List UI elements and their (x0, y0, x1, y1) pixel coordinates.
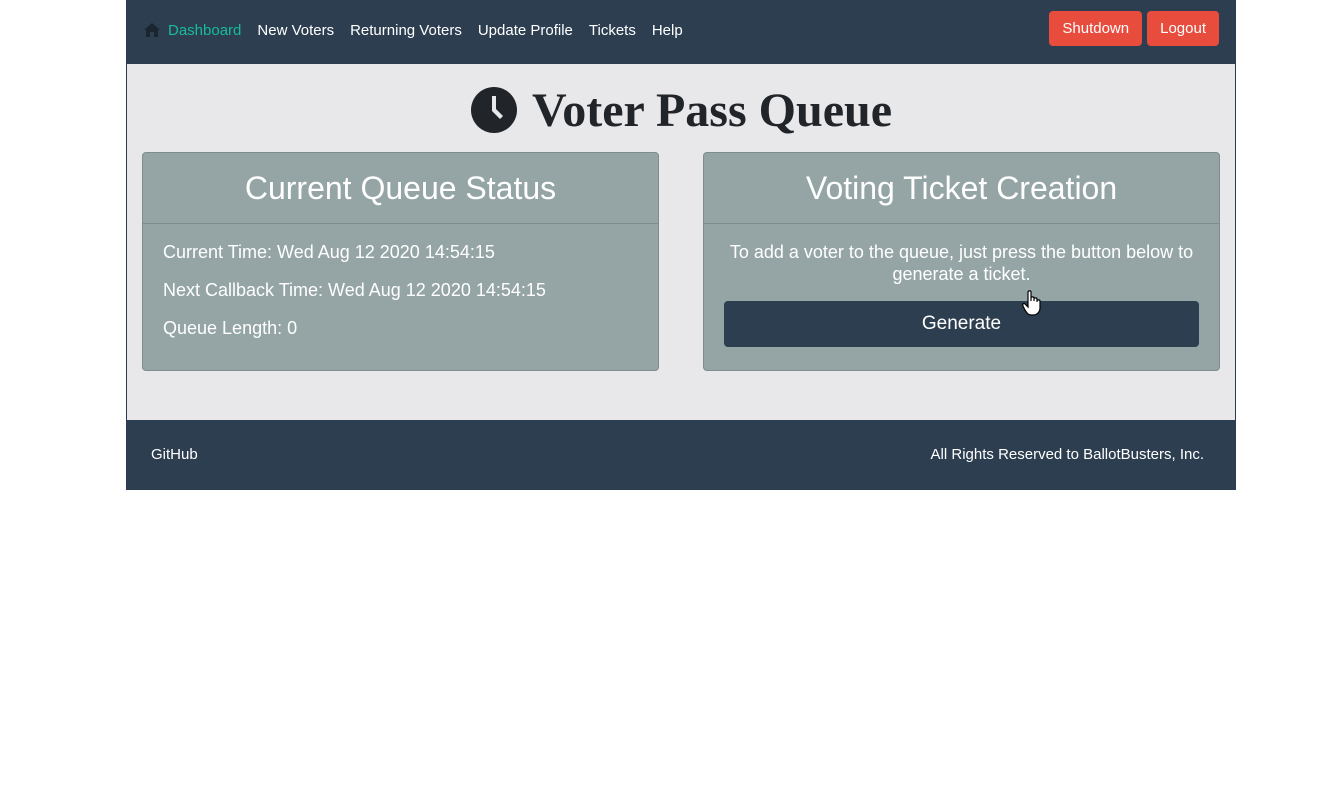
card-header: Voting Ticket Creation (704, 153, 1219, 224)
nav-item-label: Help (651, 21, 683, 39)
nav-item-label: Tickets (588, 21, 636, 39)
nav-actions: Shutdown Logout (1044, 11, 1219, 46)
nav-item-new-voters[interactable]: New Voters (257, 22, 334, 39)
queue-length: Queue Length: 0 (163, 318, 298, 338)
logout-button[interactable]: Logout (1147, 11, 1219, 46)
nav-item-returning-voters[interactable]: Returning Voters (350, 22, 462, 39)
ticket-creation-card: Voting Ticket Creation To add a voter to… (703, 152, 1220, 371)
page-title: Voter Pass Queue (532, 83, 892, 137)
footer: GitHub All Rights Reserved to BallotBust… (127, 420, 1235, 490)
nav-item-label: Dashboard (168, 21, 242, 39)
github-link[interactable]: GitHub (151, 446, 198, 463)
page-heading: Voter Pass Queue (127, 80, 1235, 140)
copyright-text: All Rights Reserved to BallotBusters, In… (930, 446, 1204, 463)
nav-item-label: Returning Voters (350, 21, 462, 39)
queue-status-card: Current Queue Status Current Time: Wed A… (142, 152, 659, 371)
nav-item-label: Update Profile (477, 21, 573, 39)
card-body: Current Time: Wed Aug 12 2020 14:54:15 N… (143, 224, 658, 339)
shutdown-button[interactable]: Shutdown (1049, 11, 1143, 46)
ticket-instructions: To add a voter to the queue, just press … (729, 242, 1194, 284)
current-time: Current Time: Wed Aug 12 2020 14:54:15 (163, 242, 495, 262)
nav-item-label: New Voters (257, 21, 335, 39)
nav-item-update-profile[interactable]: Update Profile (478, 22, 573, 39)
navbar: Dashboard New Voters Returning Voters Up… (127, 0, 1235, 64)
card-body: To add a voter to the queue, just press … (704, 224, 1219, 347)
nav-item-tickets[interactable]: Tickets (589, 22, 636, 39)
clock-icon (471, 87, 517, 133)
card-header: Current Queue Status (143, 153, 658, 224)
generate-button[interactable]: Generate (724, 301, 1199, 347)
nav-item-help[interactable]: Help (652, 22, 683, 39)
next-callback-time: Next Callback Time: Wed Aug 12 2020 14:5… (163, 280, 546, 300)
nav-item-dashboard[interactable]: Dashboard (143, 22, 241, 39)
nav-links: Dashboard New Voters Returning Voters Up… (143, 0, 699, 60)
app-frame: Dashboard New Voters Returning Voters Up… (126, 0, 1236, 490)
home-icon (144, 23, 160, 37)
